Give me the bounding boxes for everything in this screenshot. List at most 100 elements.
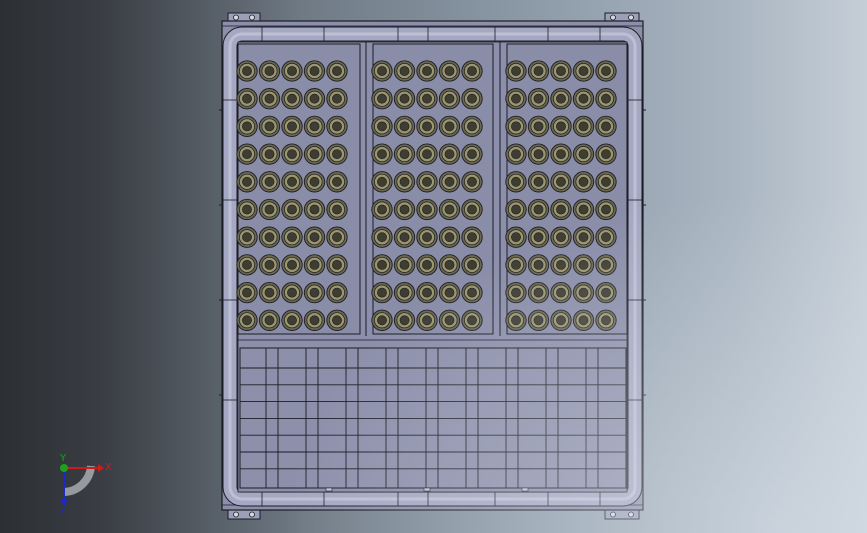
roller-hub [578, 232, 589, 243]
y-axis-label: Y [59, 453, 67, 464]
roller-hub [578, 121, 589, 132]
roller-hub [556, 259, 566, 270]
roller-hub [601, 93, 611, 104]
roller-hub [422, 149, 432, 159]
roller-hub [444, 176, 455, 187]
roller-hub [511, 315, 521, 326]
roller-hub [332, 232, 342, 243]
roller-hub [242, 93, 252, 104]
roller-hub [601, 149, 611, 159]
roller-hub [264, 121, 275, 132]
roller-hub [309, 232, 320, 243]
roller-hub [578, 287, 589, 298]
roller-hub [287, 66, 297, 76]
roller-hub [601, 259, 611, 270]
roller-hub [578, 259, 589, 270]
roller-hub [309, 121, 320, 132]
roller-hub [264, 287, 275, 298]
roller-hub [309, 176, 320, 187]
roller-hub [601, 121, 611, 132]
roller-hub [467, 259, 477, 270]
roller-hub [533, 259, 544, 270]
roller-hub [444, 315, 455, 326]
roller-hub [511, 176, 521, 187]
bracket-hole [610, 511, 616, 518]
roller-hub [264, 259, 275, 270]
roller-hub [422, 259, 432, 270]
roller-hub [264, 93, 275, 104]
roller-hub [556, 315, 566, 326]
roller-hub [332, 259, 342, 270]
roller-hub [242, 149, 252, 159]
roller-hub [309, 149, 320, 159]
roller-hub [444, 66, 455, 76]
roller-hub [578, 204, 589, 215]
roller-hub [309, 315, 320, 326]
roller-hub [377, 232, 387, 243]
roller-hub [556, 66, 566, 76]
roller-hub [287, 315, 297, 326]
roller-hub [601, 176, 611, 187]
z-axis-label: Z [59, 506, 66, 516]
roller-hub [377, 149, 387, 159]
roller-hub [511, 259, 521, 270]
roller-hub [578, 149, 589, 159]
roller-hub [242, 315, 252, 326]
roller-hub [556, 149, 566, 159]
roller-hub [287, 259, 297, 270]
roller-hub [556, 93, 566, 104]
roller-hub [444, 287, 455, 298]
cad-viewport[interactable]: X Y Z [0, 0, 867, 533]
roller-hub [399, 287, 410, 298]
roller-hub [533, 315, 544, 326]
roller-hub [578, 315, 589, 326]
roller-hub [377, 259, 387, 270]
roller-hub [444, 204, 455, 215]
roller-hub [377, 66, 387, 76]
roller-hub [444, 121, 455, 132]
y-axis-dot [60, 464, 68, 472]
roller-hub [287, 232, 297, 243]
mount-bracket [604, 509, 640, 520]
roller-hub [399, 232, 410, 243]
roller-hub [533, 121, 544, 132]
cad-model[interactable] [0, 0, 867, 533]
roller-hub [422, 66, 432, 76]
roller-hub [309, 93, 320, 104]
roller-hub [601, 232, 611, 243]
roller-hub [287, 93, 297, 104]
bracket-hole [628, 14, 634, 21]
roller-hub [332, 287, 342, 298]
roller-hub [533, 149, 544, 159]
roller-hub [242, 232, 252, 243]
roller-hub [399, 176, 410, 187]
roller-hub [444, 259, 455, 270]
roller-hub [399, 121, 410, 132]
bracket-hole [233, 14, 239, 21]
roller-hub [533, 232, 544, 243]
roller-hub [467, 315, 477, 326]
roller-hub [511, 93, 521, 104]
roller-hub [467, 204, 477, 215]
roller-hub [422, 204, 432, 215]
roller-hub [556, 204, 566, 215]
roller-hub [467, 149, 477, 159]
roller-hub [399, 204, 410, 215]
roller-hub [578, 176, 589, 187]
roller-hub [287, 176, 297, 187]
x-axis-label: X [105, 462, 112, 473]
roller-hub [332, 315, 342, 326]
roller-hub [399, 315, 410, 326]
roller-hub [332, 93, 342, 104]
orientation-triad[interactable]: X Y Z [48, 452, 118, 516]
roller-hub [578, 93, 589, 104]
roller-hub [242, 287, 252, 298]
roller-hub [377, 204, 387, 215]
roller-hub [578, 66, 589, 76]
roller-hub [332, 121, 342, 132]
roller-hub [242, 259, 252, 270]
roller-hub [287, 149, 297, 159]
roller-hub [444, 232, 455, 243]
roller-hub [399, 149, 410, 159]
roller-hub [533, 66, 544, 76]
